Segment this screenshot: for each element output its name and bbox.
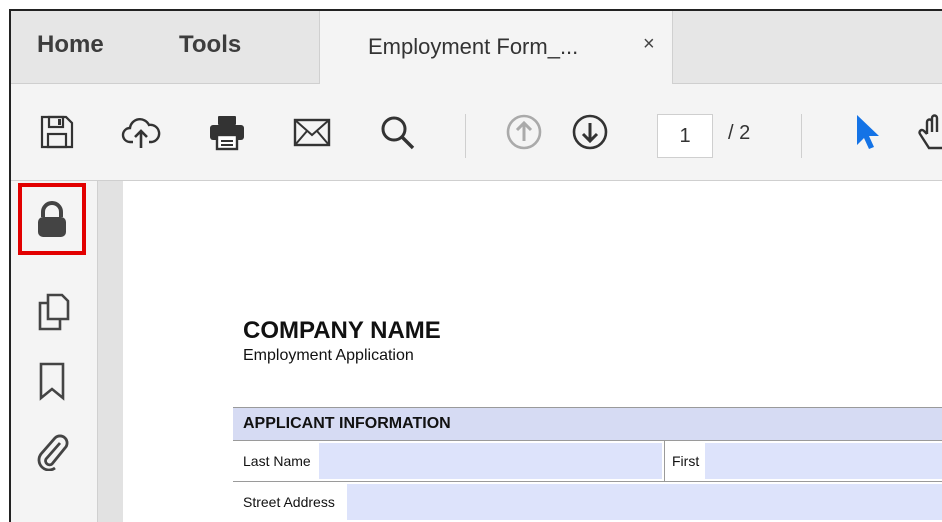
form-row: Street Address (233, 482, 942, 522)
left-navigation-rail (11, 181, 98, 522)
select-pointer-icon[interactable] (849, 112, 889, 152)
document-tab-label: Employment Form_... (368, 34, 579, 59)
copy-pages-icon[interactable] (32, 291, 72, 331)
toolbar: 1 / 2 (11, 84, 942, 181)
first-name-label: First (672, 453, 700, 469)
toolbar-separator (465, 114, 466, 158)
first-name-field[interactable] (705, 443, 942, 479)
search-icon[interactable] (377, 112, 417, 152)
last-name-field[interactable] (319, 443, 662, 479)
last-name-label: Last Name (243, 453, 311, 469)
street-address-field[interactable] (347, 484, 942, 520)
attachment-icon[interactable] (32, 431, 72, 471)
cloud-upload-icon[interactable] (121, 112, 161, 152)
document-subtitle: Employment Application (243, 347, 414, 364)
print-icon[interactable] (207, 112, 247, 152)
toolbar-separator (801, 114, 802, 158)
tab-document[interactable]: Employment Form_... × (319, 11, 673, 84)
tab-tools[interactable]: Tools (179, 31, 241, 59)
next-page-icon[interactable] (570, 112, 610, 152)
street-address-label: Street Address (243, 494, 335, 510)
applicant-form: APPLICANT INFORMATION Last Name First St… (233, 407, 942, 522)
document-gutter (98, 181, 123, 522)
tab-home[interactable]: Home (37, 31, 104, 59)
page-number-input[interactable]: 1 (657, 114, 713, 158)
close-tab-icon[interactable]: × (643, 33, 655, 56)
email-icon[interactable] (292, 112, 332, 152)
lock-icon[interactable] (32, 199, 72, 239)
page-total: / 2 (728, 122, 751, 144)
section-header: APPLICANT INFORMATION (233, 408, 942, 441)
section-header-label: APPLICANT INFORMATION (243, 415, 451, 432)
acrobat-window: Home Tools Employment Form_... × 1 / 2 C… (9, 9, 942, 522)
pdf-page: COMPANY NAME Employment Application APPL… (123, 181, 942, 522)
tab-bar: Home Tools Employment Form_... × (11, 11, 942, 84)
form-row: Last Name First (233, 441, 942, 482)
hand-tool-icon[interactable] (917, 112, 942, 152)
save-icon[interactable] (37, 112, 77, 152)
company-name: COMPANY NAME (243, 317, 441, 344)
previous-page-icon[interactable] (504, 112, 544, 152)
bookmark-icon[interactable] (32, 361, 72, 401)
cell-divider (664, 441, 665, 481)
